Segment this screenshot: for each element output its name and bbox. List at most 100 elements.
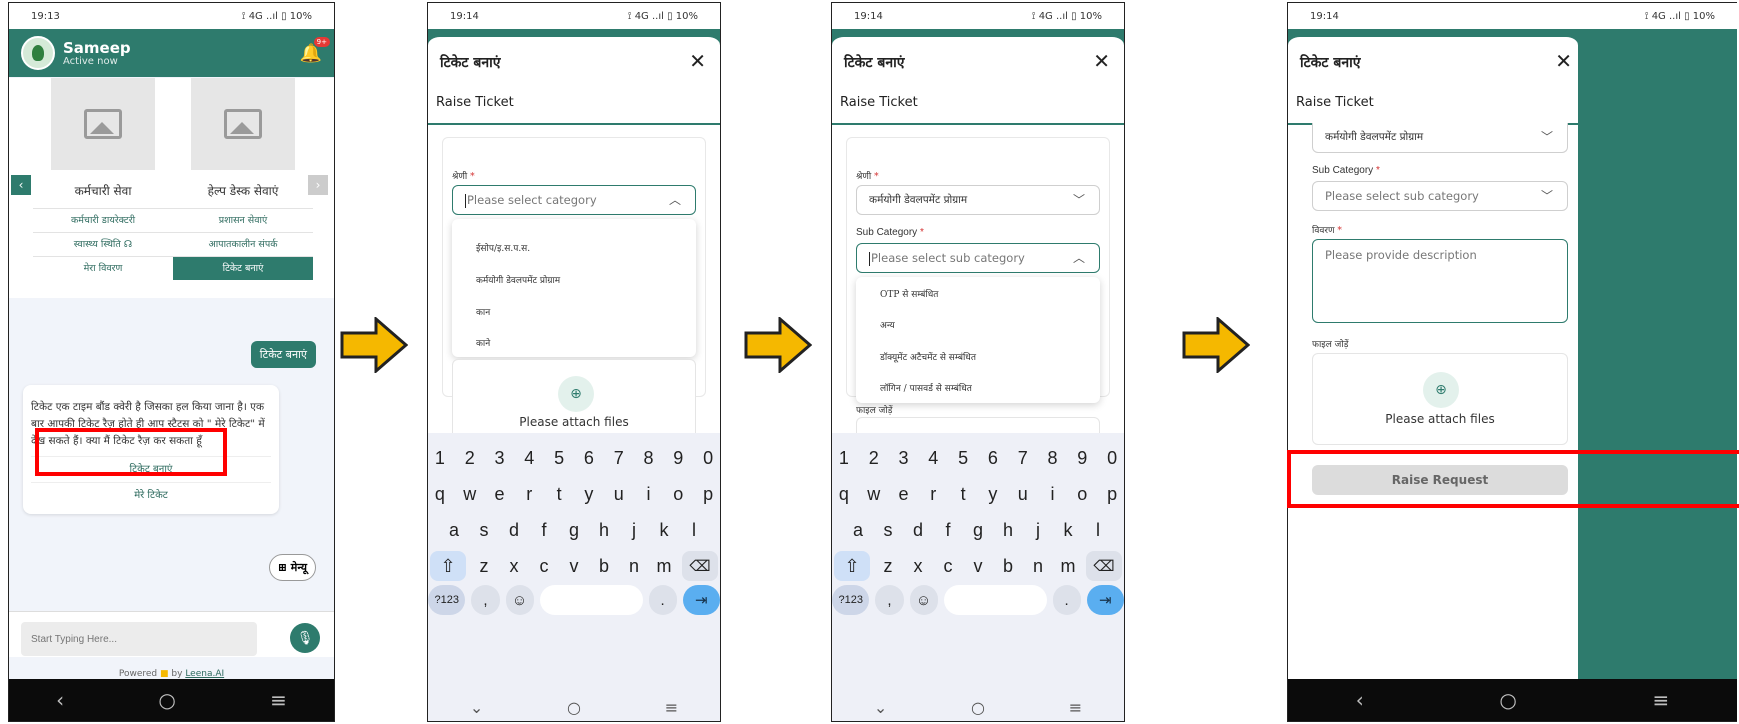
home-icon[interactable]: ○ [1499,688,1516,712]
key[interactable]: u [607,479,631,509]
category-option[interactable]: कर्मयोगी डेवलपमेंट प्रोग्राम [476,273,560,286]
key[interactable]: l [1086,515,1110,545]
key[interactable]: o [666,479,690,509]
card-link-create-ticket[interactable]: टिकेट बनाएं [173,256,313,280]
key[interactable]: o [1070,479,1094,509]
key[interactable]: v [966,551,990,581]
key[interactable]: n [622,551,646,581]
chat-input[interactable] [21,622,257,656]
symbols-key[interactable]: ?123 [832,585,870,615]
key[interactable]: d [906,515,930,545]
shift-key-icon[interactable]: ⇧ [430,551,466,581]
key[interactable]: 2 [862,443,886,473]
comma-key[interactable]: , [471,585,500,615]
carousel-prev-button[interactable]: ‹ [11,175,31,195]
key[interactable]: 0 [696,443,720,473]
card-link-health[interactable]: स्वास्थ्य स्थिति ☊ [33,232,173,256]
key[interactable]: g [966,515,990,545]
home-icon[interactable]: ○ [971,698,985,717]
category-option[interactable]: काने [476,336,490,349]
my-tickets-button[interactable]: मेरे टिकेट [31,482,271,508]
key[interactable]: j [622,515,646,545]
menu-button[interactable]: ⊞ मेन्यू [268,554,316,581]
subcategory-select[interactable]: Please select sub category ﹀ [1312,181,1568,211]
card-link-my-details[interactable]: मेरा विवरण [33,256,173,280]
key[interactable]: b [592,551,616,581]
recents-icon[interactable]: ≡ [1652,688,1669,712]
key[interactable]: 3 [488,443,512,473]
key[interactable]: y [981,479,1005,509]
category-select[interactable]: कर्मयोगी डेवलपमेंट प्रोग्राम ﹀ [1312,123,1568,153]
key[interactable]: m [652,551,676,581]
key[interactable]: w [862,479,886,509]
key[interactable]: m [1056,551,1080,581]
key[interactable]: e [892,479,916,509]
card-link-emergency[interactable]: आपातकालीन संपर्क [173,232,313,256]
emoji-key-icon[interactable]: ☺ [505,585,534,615]
key[interactable]: e [488,479,512,509]
backspace-key-icon[interactable]: ⌫ [682,551,718,581]
key[interactable]: q [832,479,856,509]
key[interactable]: 8 [1041,443,1065,473]
category-option[interactable]: ईसोप/इ.स.प.स. [476,241,530,254]
key[interactable]: r [921,479,945,509]
key[interactable]: 3 [892,443,916,473]
key[interactable]: y [577,479,601,509]
emoji-key-icon[interactable]: ☺ [909,585,938,615]
key[interactable]: s [472,515,496,545]
description-textarea[interactable]: Please provide description [1312,239,1568,323]
recents-icon[interactable]: ≡ [665,698,678,717]
key[interactable]: 9 [666,443,690,473]
attach-files-area[interactable]: ⊕ Please attach files [1312,353,1568,445]
shift-key-icon[interactable]: ⇧ [834,551,870,581]
back-icon[interactable]: ‹ [1356,688,1364,712]
symbols-key[interactable]: ?123 [428,585,466,615]
key[interactable]: c [936,551,960,581]
key[interactable]: 0 [1100,443,1124,473]
key[interactable]: x [502,551,526,581]
key[interactable]: r [517,479,541,509]
card-link-directory[interactable]: कर्मचारी डायरेक्टरी [33,208,173,232]
comma-key[interactable]: , [875,585,904,615]
back-icon[interactable]: ‹ [56,688,64,712]
key[interactable]: d [502,515,526,545]
notification-bell-icon[interactable]: 🔔 9+ [300,36,330,64]
key[interactable]: a [442,515,466,545]
home-icon[interactable]: ○ [567,698,581,717]
key[interactable]: z [876,551,900,581]
key[interactable]: 8 [637,443,661,473]
subcategory-option[interactable]: OTP से सम्बंधित [880,287,938,300]
key[interactable]: v [562,551,586,581]
key[interactable]: i [1041,479,1065,509]
key[interactable]: j [1026,515,1050,545]
attach-files-area[interactable]: ⊕ Please attach files [452,359,696,439]
key[interactable]: p [696,479,720,509]
home-icon[interactable]: ○ [158,688,175,712]
next-key-icon[interactable]: ⇥ [682,585,720,615]
key[interactable]: 7 [607,443,631,473]
key[interactable]: f [936,515,960,545]
key[interactable]: 5 [547,443,571,473]
key[interactable]: h [996,515,1020,545]
key[interactable]: t [951,479,975,509]
hide-keyboard-icon[interactable]: ⌄ [470,698,483,717]
key[interactable]: q [428,479,452,509]
key[interactable]: 7 [1011,443,1035,473]
key[interactable]: p [1100,479,1124,509]
key[interactable]: 2 [458,443,482,473]
period-key[interactable]: . [1052,585,1081,615]
key[interactable]: g [562,515,586,545]
key[interactable]: i [637,479,661,509]
category-select[interactable]: कर्मयोगी डेवलपमेंट प्रोग्राम ﹀ [856,185,1100,215]
key[interactable]: n [1026,551,1050,581]
period-key[interactable]: . [648,585,677,615]
card-link-admin[interactable]: प्रशासन सेवाएं [173,208,313,232]
key[interactable]: 1 [428,443,452,473]
subcategory-select[interactable]: Please select sub category ︿ [856,243,1100,273]
key[interactable]: x [906,551,930,581]
key[interactable]: w [458,479,482,509]
key[interactable]: a [846,515,870,545]
hide-keyboard-icon[interactable]: ⌄ [874,698,887,717]
close-icon[interactable]: ✕ [689,49,706,73]
key[interactable]: 9 [1070,443,1094,473]
